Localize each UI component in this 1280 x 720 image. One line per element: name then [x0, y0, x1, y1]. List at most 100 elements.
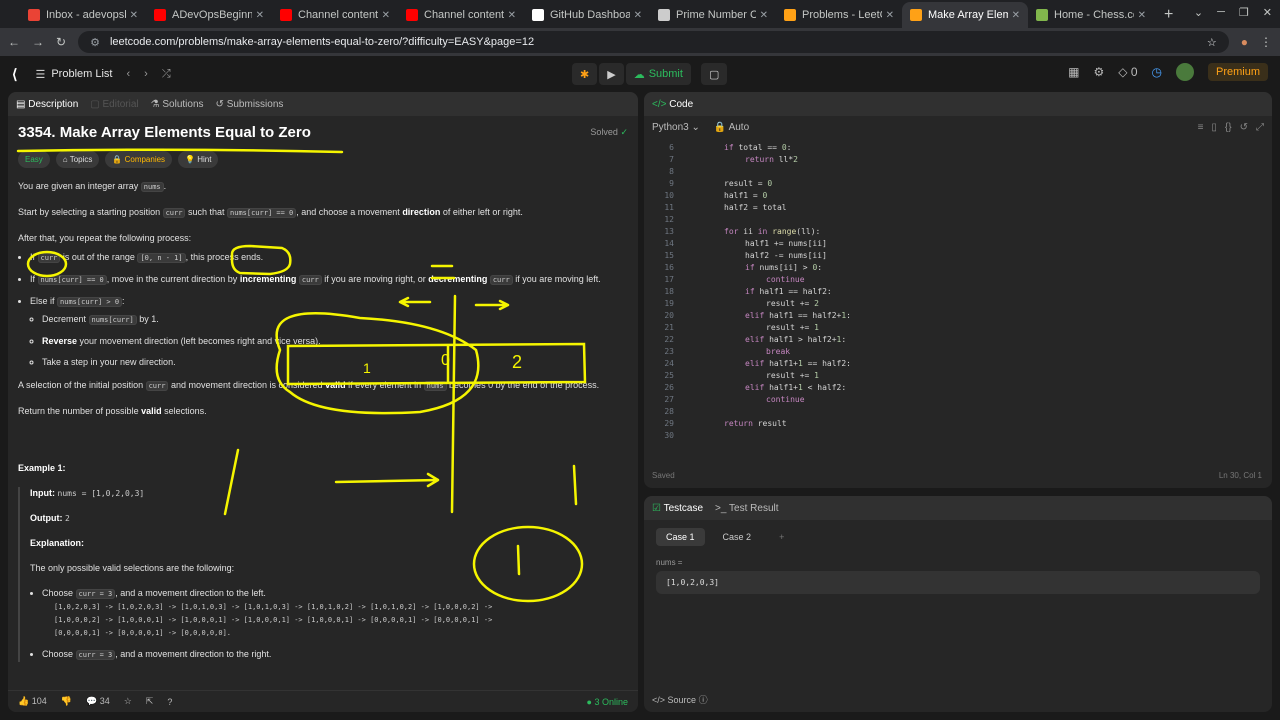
browser-tab[interactable]: ADevOpsBeginne ✕ [146, 2, 272, 28]
restore-icon[interactable]: ❐ [1239, 6, 1249, 19]
browser-tab[interactable]: Prime Number Ch ✕ [650, 2, 776, 28]
page-title[interactable]: 3354. Make Array Elements Equal to Zero [18, 125, 628, 140]
p5b: valid [141, 406, 162, 416]
browser-tab[interactable]: Channel content ✕ [398, 2, 524, 28]
leetcode-logo[interactable]: ⟨ [12, 66, 17, 83]
share-icon[interactable]: ⇱ [146, 696, 154, 707]
reload-icon[interactable]: ↻ [56, 35, 66, 49]
language-select[interactable]: Python3 ⌄ [652, 122, 700, 133]
topics-chip[interactable]: ⌂ Topics [55, 151, 100, 168]
url-text: leetcode.com/problems/make-array-element… [109, 36, 535, 48]
streak-icon[interactable]: ◇ 0 [1118, 65, 1137, 79]
minimize-icon[interactable]: ─ [1217, 6, 1225, 19]
hint-chip[interactable]: 💡 Hint [178, 151, 219, 168]
browser-menu-icon[interactable]: ⋮ [1260, 35, 1272, 49]
tab-solutions-label: Solutions [162, 98, 204, 110]
tab-close-icon[interactable]: ✕ [256, 10, 264, 21]
tab-close-icon[interactable]: ✕ [1138, 10, 1146, 21]
code-nums: nums [140, 182, 164, 192]
line-number: 8 [669, 167, 674, 176]
comments-button[interactable]: 💬 34 [86, 696, 110, 707]
code-line: return ll*2 [745, 155, 798, 164]
tab-close-icon[interactable]: ✕ [1012, 10, 1020, 21]
format-icon[interactable]: ≡ [1198, 122, 1204, 133]
browser-tab[interactable]: Home - Chess.co ✕ [1028, 2, 1154, 28]
settings-icon[interactable]: ⚙ [1093, 65, 1104, 79]
difficulty-badge: Easy [18, 151, 50, 168]
help-icon[interactable]: ⓘ [699, 695, 708, 705]
bookmark-star-icon[interactable]: ☆ [1207, 36, 1217, 49]
tab-close-icon[interactable]: ✕ [634, 10, 642, 21]
add-case-icon[interactable]: + [769, 528, 794, 546]
bookmark-icon[interactable]: ▯ [1211, 122, 1217, 133]
help-icon[interactable]: ? [167, 697, 172, 707]
tab-editorial[interactable]: ▢ Editorial [90, 99, 138, 110]
list-item: Choose curr = 3, and a movement directio… [42, 648, 628, 662]
favorite-star-icon[interactable]: ☆ [124, 696, 132, 707]
site-info-icon[interactable]: ⚙ [90, 36, 100, 49]
back-icon[interactable]: ← [8, 35, 20, 49]
code-curr: curr [162, 208, 186, 218]
code-editor[interactable]: 6 if total == 0: 7 return ll*2 8 9 result = 0 1… [644, 138, 1272, 464]
shuffle-icon[interactable]: ⤮ [162, 68, 171, 81]
tab-test-result[interactable]: >_ Test Result [715, 503, 778, 514]
tab-description[interactable]: ▤ Description [16, 99, 78, 110]
example-block: Input: nums = [1,0,2,0,3] Output: 2 Expl… [18, 487, 628, 662]
tab-testcase-label: Testcase [663, 502, 704, 514]
next-problem-icon[interactable]: › [144, 68, 148, 80]
tab-close-icon[interactable]: ✕ [886, 10, 894, 21]
browser-tab[interactable]: Channel content ✕ [272, 2, 398, 28]
tab-close-icon[interactable]: ✕ [508, 10, 516, 21]
line-number: 19 [664, 299, 674, 308]
dislike-icon[interactable]: 👎 [61, 696, 72, 707]
tab-close-icon[interactable]: ✕ [130, 10, 138, 21]
case-1-tab[interactable]: Case 1 [656, 528, 705, 546]
forward-icon[interactable]: → [32, 35, 44, 49]
like-button[interactable]: 👍 104 [18, 696, 47, 707]
var-input[interactable]: [1,0,2,0,3] [656, 571, 1260, 594]
tab-submissions[interactable]: ↺ Submissions [216, 99, 284, 110]
browser-tab[interactable]: GitHub Dashboar ✕ [524, 2, 650, 28]
close-window-icon[interactable]: ✕ [1263, 6, 1272, 19]
auto-toggle[interactable]: 🔒 Auto [714, 122, 749, 133]
new-tab-button[interactable]: + [1154, 2, 1183, 28]
premium-button[interactable]: Premium [1207, 63, 1268, 81]
choose1b: , and a movement direction to the left. [115, 588, 266, 598]
auto-label: Auto [728, 121, 750, 133]
reset-icon[interactable]: ↺ [1240, 122, 1248, 133]
line-number: 17 [664, 275, 674, 284]
list-icon: ☰ [35, 68, 46, 81]
debug-button[interactable]: ✱ [572, 63, 598, 85]
prev-problem-icon[interactable]: ‹ [126, 68, 130, 80]
input-label: Input: [30, 488, 55, 498]
extension-icon[interactable]: ● [1241, 35, 1248, 49]
cursor-position: Ln 30, Col 1 [1218, 471, 1262, 480]
layout-icon[interactable]: ▦ [1068, 65, 1079, 79]
tab-solutions[interactable]: ⚗ Solutions [151, 99, 204, 110]
url-field[interactable]: ⚙ leetcode.com/problems/make-array-eleme… [78, 31, 1229, 53]
braces-icon[interactable]: {} [1225, 122, 1232, 133]
timer-icon[interactable]: ◷ [1152, 65, 1162, 79]
tab-submissions-label: Submissions [226, 98, 284, 110]
notes-button[interactable]: ▢ [700, 63, 728, 85]
solved-label: Solved [590, 127, 618, 137]
tab-search-icon[interactable]: ⌄ [1194, 6, 1203, 19]
tab-close-icon[interactable]: ✕ [760, 10, 768, 21]
output-label: Output: [30, 513, 63, 523]
p4a: A selection of the initial position [18, 380, 144, 390]
fullscreen-icon[interactable]: ⤢ [1256, 122, 1264, 133]
submit-button[interactable]: ☁ Submit [625, 63, 691, 85]
p4c: valid [325, 380, 346, 390]
browser-tab[interactable]: Make Array Elem ✕ [902, 2, 1028, 28]
run-button[interactable]: ▶ [599, 63, 624, 85]
tab-close-icon[interactable]: ✕ [382, 10, 390, 21]
source-link[interactable]: </> Source ⓘ [652, 693, 708, 706]
browser-tab[interactable]: Problems - LeetC ✕ [776, 2, 902, 28]
companies-chip[interactable]: 🔒 Companies [105, 151, 173, 168]
code-tab[interactable]: </> Code [652, 99, 693, 110]
tab-testcase[interactable]: ☑ Testcase [652, 503, 703, 514]
browser-tab[interactable]: Inbox - adevopsb ✕ [20, 2, 146, 28]
case-2-tab[interactable]: Case 2 [713, 528, 762, 546]
problem-list-link[interactable]: Problem List [51, 68, 112, 80]
avatar[interactable] [1175, 63, 1194, 81]
